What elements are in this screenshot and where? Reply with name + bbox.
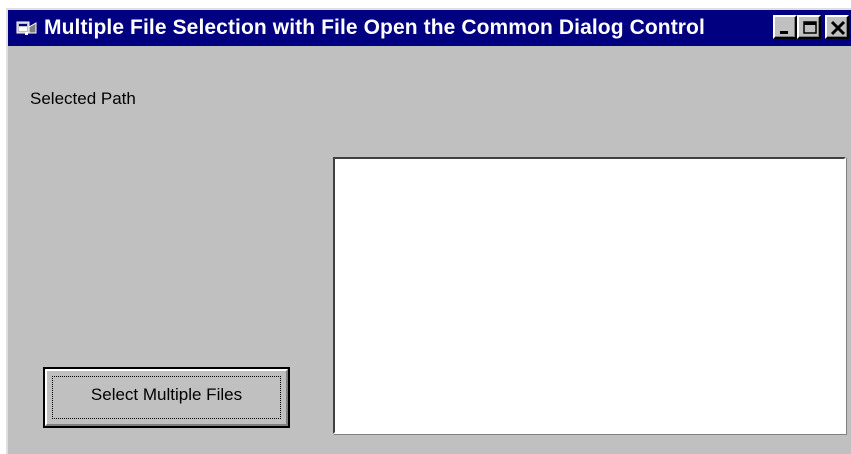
maximize-button[interactable]	[797, 15, 821, 39]
select-multiple-files-label: Select Multiple Files	[90, 385, 243, 404]
close-button[interactable]	[825, 15, 849, 39]
select-multiple-files-button[interactable]: Select Multiple Files	[43, 367, 290, 428]
minimize-button[interactable]	[773, 15, 797, 39]
selected-path-label: Selected Path	[30, 89, 136, 108]
selected-path-textbox[interactable]	[333, 157, 846, 434]
main-window: Multiple File Selection with File Open t…	[6, 8, 851, 454]
title-bar[interactable]: Multiple File Selection with File Open t…	[8, 10, 851, 46]
close-icon	[830, 20, 846, 36]
minimize-icon	[780, 31, 788, 34]
app-icon[interactable]	[16, 19, 38, 37]
maximize-icon	[803, 21, 817, 34]
window-title: Multiple File Selection with File Open t…	[44, 16, 705, 39]
